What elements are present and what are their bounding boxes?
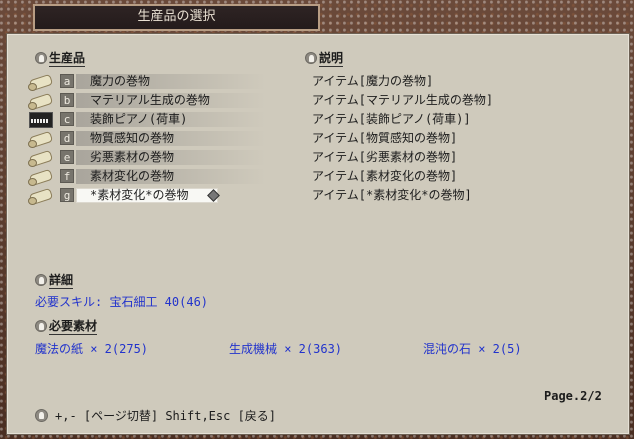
scroll-icon (28, 148, 54, 168)
details-header-label: 詳細 (49, 273, 74, 289)
required-skill: 必要スキル: 宝石細工 40(46) (35, 295, 209, 309)
description-header-label: 説明 (319, 51, 344, 67)
row-key: f (60, 169, 74, 183)
help-bullet-icon (35, 409, 48, 422)
row-key: d (60, 131, 74, 145)
product-row-e[interactable]: e 劣悪素材の巻物 アイテム[劣悪素材の巻物] (28, 148, 608, 168)
product-row-b[interactable]: b マテリアル生成の巻物 アイテム[マテリアル生成の巻物] (28, 91, 608, 111)
row-key: e (60, 150, 74, 164)
product-description: アイテム[素材変化の巻物] (312, 169, 458, 183)
row-key: b (60, 93, 74, 107)
scroll-icon (28, 72, 54, 92)
product-row-a[interactable]: a 魔力の巻物 アイテム[魔力の巻物] (28, 72, 608, 92)
product-row-f[interactable]: f 素材変化の巻物 アイテム[素材変化の巻物] (28, 167, 608, 187)
product-name: *素材変化*の巻物 (90, 188, 189, 202)
product-description: アイテム[装飾ピアノ(荷車)] (312, 112, 471, 126)
product-name: 物質感知の巻物 (90, 131, 175, 145)
material-item: 魔法の紙 × 2(275) (35, 342, 149, 356)
product-name: マテリアル生成の巻物 (90, 93, 210, 107)
cursor-diamond-icon (208, 190, 218, 200)
info-bullet-icon (305, 52, 317, 64)
scroll-icon (28, 91, 54, 111)
help-text: +,- [ページ切替] Shift,Esc [戻る] (55, 409, 277, 423)
product-row-g[interactable]: g *素材変化*の巻物 アイテム[*素材変化*の巻物] (28, 186, 608, 206)
scroll-icon (28, 186, 54, 206)
row-key: g (60, 188, 74, 202)
product-description: アイテム[物質感知の巻物] (312, 131, 458, 145)
product-row-c[interactable]: c 装飾ピアノ(荷車) アイテム[装飾ピアノ(荷車)] (28, 110, 608, 129)
scroll-icon (28, 167, 54, 187)
material-item: 生成機械 × 2(363) (229, 342, 343, 356)
product-description: アイテム[マテリアル生成の巻物] (312, 93, 494, 107)
product-name: 素材変化の巻物 (90, 169, 175, 183)
info-bullet-icon (35, 52, 47, 64)
product-description: アイテム[*素材変化*の巻物] (312, 188, 472, 202)
product-name: 魔力の巻物 (90, 74, 151, 88)
product-description: アイテム[劣悪素材の巻物] (312, 150, 458, 164)
info-bullet-icon (35, 320, 47, 332)
window-title: 生産品の選択 (33, 4, 320, 31)
product-name: 劣悪素材の巻物 (90, 150, 175, 164)
product-row-d[interactable]: d 物質感知の巻物 アイテム[物質感知の巻物] (28, 129, 608, 149)
materials-header-label: 必要素材 (49, 319, 98, 335)
product-name: 装飾ピアノ(荷車) (90, 112, 188, 126)
page-indicator: Page.2/2 (544, 389, 602, 403)
product-header-label: 生産品 (49, 51, 86, 67)
product-description: アイテム[魔力の巻物] (312, 74, 434, 88)
row-key: c (60, 112, 74, 126)
scroll-icon (28, 129, 54, 149)
material-item: 混沌の石 × 2(5) (423, 342, 522, 356)
info-bullet-icon (35, 274, 47, 286)
piano-icon (28, 110, 53, 129)
row-key: a (60, 74, 74, 88)
